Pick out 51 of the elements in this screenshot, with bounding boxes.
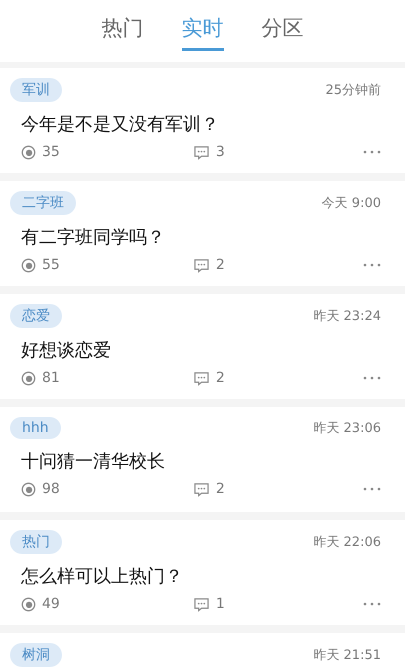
- comment-count: 2: [216, 481, 225, 497]
- post-card[interactable]: 热门 昨天 22:06 怎么样可以上热门？ 49 1: [0, 520, 405, 625]
- view-count: 55: [42, 257, 60, 273]
- post-time: 今天 9:00: [322, 195, 381, 212]
- tab[interactable]: 热门: [102, 14, 144, 51]
- comment-icon: [192, 258, 210, 272]
- post-time: 昨天 21:51: [313, 647, 381, 664]
- view-count: 81: [42, 370, 60, 386]
- topic-tag[interactable]: 恋爱: [10, 304, 62, 328]
- post-card[interactable]: 军训 25分钟前 今年是不是又没有军训？ 35 3: [0, 68, 405, 173]
- tab[interactable]: 实时: [182, 14, 224, 51]
- view-count: 35: [42, 144, 60, 160]
- comment-count: 3: [216, 144, 225, 160]
- more-icon[interactable]: [363, 487, 381, 491]
- comment-count: 1: [216, 596, 225, 612]
- comment-count: 2: [216, 370, 225, 386]
- post-title: 十问猜一清华校长: [21, 450, 166, 473]
- more-icon[interactable]: [363, 602, 381, 606]
- comment-icon: [192, 370, 210, 386]
- view-icon: [21, 258, 36, 272]
- topic-tag[interactable]: 二字班: [10, 191, 76, 215]
- more-icon[interactable]: [363, 376, 381, 380]
- post-time: 25分钟前: [325, 82, 381, 99]
- topic-tag[interactable]: 树洞: [10, 643, 62, 667]
- comment-count: 2: [216, 257, 225, 273]
- view-icon: [21, 482, 36, 496]
- post-card[interactable]: hhh 昨天 23:06 十问猜一清华校长 98 2: [0, 407, 405, 512]
- view-icon: [21, 144, 36, 160]
- topic-tag[interactable]: 军训: [10, 78, 62, 102]
- view-icon: [21, 370, 36, 386]
- view-count: 49: [42, 596, 60, 612]
- post-title: 有二字班同学吗？: [21, 226, 166, 249]
- post-title: 好想谈恋爱: [21, 339, 112, 362]
- tab[interactable]: 分区: [262, 14, 304, 51]
- post-time: 昨天 22:06: [313, 534, 381, 551]
- comment-icon: [192, 596, 210, 612]
- post-card[interactable]: 树洞 昨天 21:51: [0, 633, 405, 670]
- more-icon[interactable]: [363, 263, 381, 267]
- comment-icon: [192, 482, 210, 496]
- post-time: 昨天 23:24: [313, 308, 381, 325]
- topic-tag[interactable]: hhh: [10, 417, 61, 439]
- more-icon[interactable]: [363, 150, 381, 154]
- topic-tag[interactable]: 热门: [10, 530, 62, 554]
- comment-icon: [192, 144, 210, 160]
- post-time: 昨天 23:06: [313, 420, 381, 437]
- view-count: 98: [42, 481, 60, 497]
- post-card[interactable]: 二字班 今天 9:00 有二字班同学吗？ 55 2: [0, 181, 405, 286]
- view-icon: [21, 596, 36, 612]
- post-card[interactable]: 恋爱 昨天 23:24 好想谈恋爱 81 2: [0, 294, 405, 399]
- post-title: 今年是不是又没有军训？: [21, 113, 220, 136]
- post-title: 怎么样可以上热门？: [21, 565, 184, 588]
